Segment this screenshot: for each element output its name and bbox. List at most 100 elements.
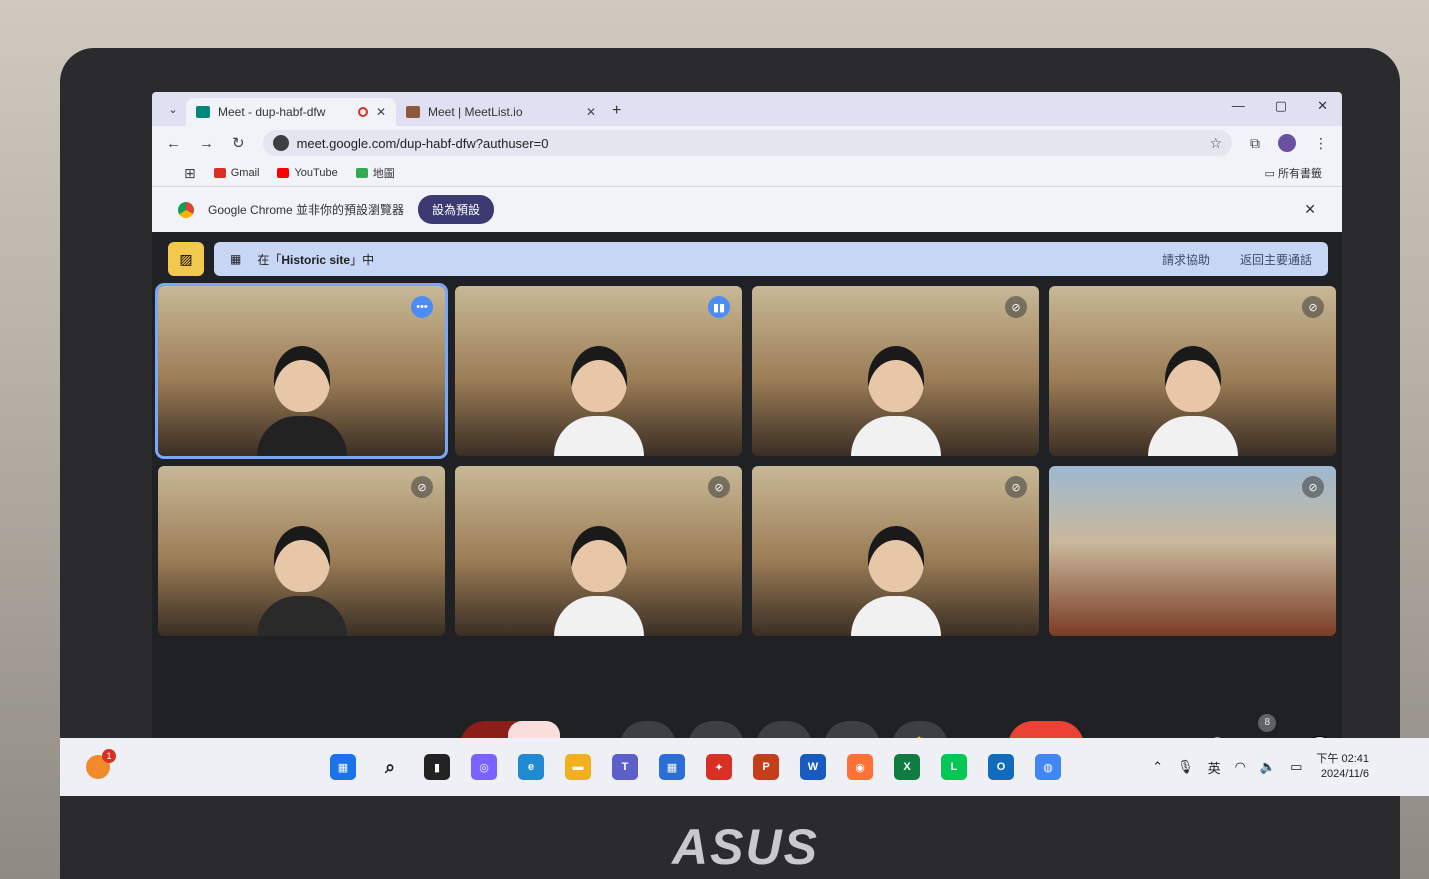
participant-video <box>850 346 941 456</box>
file-explorer-icon[interactable]: ▬ <box>565 754 591 780</box>
bookmark-maps[interactable]: 地圖 <box>355 165 395 181</box>
chrome-icon[interactable]: ◍ <box>1035 754 1061 780</box>
outlook-icon[interactable]: O <box>988 754 1014 780</box>
participant-tile[interactable]: ⊘ <box>752 466 1039 636</box>
new-tab-button[interactable]: + <box>612 102 621 120</box>
mic-muted-icon: ⊘ <box>1005 296 1027 318</box>
copilot-icon[interactable]: ◎ <box>471 754 497 780</box>
notification-badge: 1 <box>102 749 116 763</box>
ask-for-help-button[interactable]: 請求協助 <box>1162 251 1210 268</box>
search-icon[interactable]: ⌕ <box>377 754 403 780</box>
meet-area: ▨ ▦ 在「Historic site」中 請求協助 返回主要通話 ••• ▮▮ <box>152 232 1342 792</box>
participant-tile[interactable]: ⊘ <box>1049 286 1336 456</box>
bookmark-label: YouTube <box>294 167 338 179</box>
close-tab-icon[interactable]: ✕ <box>586 105 596 119</box>
input-method-indicator[interactable]: 英 <box>1208 758 1221 777</box>
participant-tile[interactable]: ⊘ <box>1049 466 1336 636</box>
microphone-icon[interactable]: 🎙 <box>1177 759 1194 775</box>
meetlist-favicon-icon <box>406 106 420 118</box>
show-hidden-icons-icon[interactable]: ⌃ <box>1152 759 1163 775</box>
tab-search-button[interactable]: ⌄ <box>160 96 186 122</box>
teams-icon[interactable]: T <box>612 754 638 780</box>
screen: ⌄ Meet - dup-habf-dfw ✕ Meet | MeetList.… <box>152 92 1342 792</box>
set-default-button[interactable]: 設為預設 <box>418 195 495 224</box>
url-text: meet.google.com/dup-habf-dfw?authuser=0 <box>296 135 549 151</box>
store-icon[interactable]: ▦ <box>659 754 685 780</box>
all-bookmarks[interactable]: ▭ 所有書籤 <box>1265 165 1322 181</box>
participant-tile[interactable]: ⊘ <box>455 466 742 636</box>
participant-video <box>553 346 644 456</box>
menu-icon[interactable]: ⋮ <box>1314 135 1328 152</box>
widgets-icon[interactable]: 1 <box>86 749 116 779</box>
bookmark-gmail[interactable]: Gmail <box>213 167 260 179</box>
taskbar-apps: ▦ ⌕ ▮ ◎ e ▬ T ▦ ✦ P W ◉ X L O ◍ <box>330 754 1061 780</box>
battery-icon[interactable]: ▭ <box>1290 759 1302 775</box>
speaking-indicator-icon: ▮▮ <box>708 296 730 318</box>
powerpoint-icon[interactable]: P <box>753 754 779 780</box>
participant-tile[interactable]: ••• <box>155 283 448 459</box>
default-browser-infobar: Google Chrome 並非你的預設瀏覽器 設為預設 ✕ <box>152 186 1342 232</box>
volume-icon[interactable]: 🔈 <box>1260 759 1276 775</box>
reload-button[interactable]: ↻ <box>232 134 245 152</box>
minimize-button[interactable]: — <box>1232 98 1245 114</box>
mic-muted-icon: ⊘ <box>1302 476 1324 498</box>
excel-icon[interactable]: X <box>894 754 920 780</box>
youtube-icon <box>277 168 290 178</box>
gift-icon[interactable]: ✦ <box>706 754 732 780</box>
breakout-banner: ▨ ▦ 在「Historic site」中 請求協助 返回主要通話 <box>168 242 1328 276</box>
windows-taskbar: 1 ▦ ⌕ ▮ ◎ e ▬ T ▦ ✦ P W ◉ X L O ◍ ⌃ 🎙 英 … <box>60 738 1429 796</box>
participant-video <box>256 346 347 456</box>
clock[interactable]: 下午 02:41 2024/11/6 <box>1316 752 1369 782</box>
participant-video <box>256 526 347 636</box>
word-icon[interactable]: W <box>800 754 826 780</box>
bookmark-star-icon[interactable]: ☆ <box>1209 135 1222 152</box>
back-button[interactable]: ← <box>166 135 181 152</box>
tab-title: Meet | MeetList.io <box>428 105 523 119</box>
participant-tile[interactable]: ⊘ <box>752 286 1039 456</box>
maps-icon <box>355 168 368 178</box>
participant-count-badge: 8 <box>1258 713 1277 732</box>
browser-toolbar: ← → ↻ meet.google.com/dup-habf-dfw?authu… <box>152 126 1342 160</box>
tab-meetlist[interactable]: Meet | MeetList.io ✕ <box>396 98 606 126</box>
forward-button[interactable]: → <box>199 135 214 152</box>
close-window-button[interactable]: ✕ <box>1317 98 1328 114</box>
address-bar[interactable]: meet.google.com/dup-habf-dfw?authuser=0 … <box>262 130 1232 156</box>
return-to-main-call-button[interactable]: 返回主要通話 <box>1240 251 1312 268</box>
participant-tile[interactable]: ▮▮ <box>455 286 742 456</box>
task-view-icon[interactable]: ▮ <box>424 754 450 780</box>
line-icon[interactable]: L <box>941 754 967 780</box>
bookmarks-bar: ⊞ Gmail YouTube 地圖 ▭ 所有書籤 <box>152 160 1342 186</box>
close-tab-icon[interactable]: ✕ <box>376 105 386 119</box>
close-icon[interactable]: ✕ <box>1304 201 1316 218</box>
participant-video <box>1147 346 1238 456</box>
bookmark-label: Gmail <box>230 167 260 179</box>
mic-muted-icon: ⊘ <box>1005 476 1027 498</box>
bookmark-label: 地圖 <box>372 168 395 180</box>
site-info-icon[interactable] <box>272 135 289 151</box>
all-bookmarks-label: 所有書籤 <box>1278 168 1322 180</box>
tab-title: Meet - dup-habf-dfw <box>218 105 326 119</box>
gmail-icon <box>213 168 226 178</box>
profile-avatar[interactable] <box>1278 134 1296 152</box>
mic-muted-icon: ⊘ <box>411 476 433 498</box>
tab-bar: ⌄ Meet - dup-habf-dfw ✕ Meet | MeetList.… <box>152 92 1342 126</box>
window-controls: — ▢ ✕ <box>1232 98 1328 114</box>
breakout-rooms-icon: ▦ <box>230 252 242 266</box>
recording-icon <box>357 107 368 117</box>
firefox-icon[interactable]: ◉ <box>847 754 873 780</box>
tab-meet[interactable]: Meet - dup-habf-dfw ✕ <box>186 98 396 126</box>
participant-tile[interactable]: ⊘ <box>158 466 445 636</box>
asus-logo: ASUS <box>672 819 819 875</box>
bookmark-youtube[interactable]: YouTube <box>277 167 338 179</box>
apps-grid-icon[interactable]: ⊞ <box>184 165 196 182</box>
breakout-room-bar: ▦ 在「Historic site」中 請求協助 返回主要通話 <box>214 242 1328 276</box>
maximize-button[interactable]: ▢ <box>1275 98 1287 114</box>
windows-start-icon[interactable]: ▦ <box>330 754 356 780</box>
extensions-icon[interactable]: ⧉ <box>1250 135 1260 152</box>
edge-icon[interactable]: e <box>518 754 544 780</box>
wifi-icon[interactable]: ◠ <box>1235 759 1246 775</box>
mic-muted-icon: ⊘ <box>708 476 730 498</box>
mic-muted-icon: ⊘ <box>1302 296 1324 318</box>
participant-video <box>553 526 644 636</box>
more-options-icon[interactable]: ••• <box>411 296 433 318</box>
